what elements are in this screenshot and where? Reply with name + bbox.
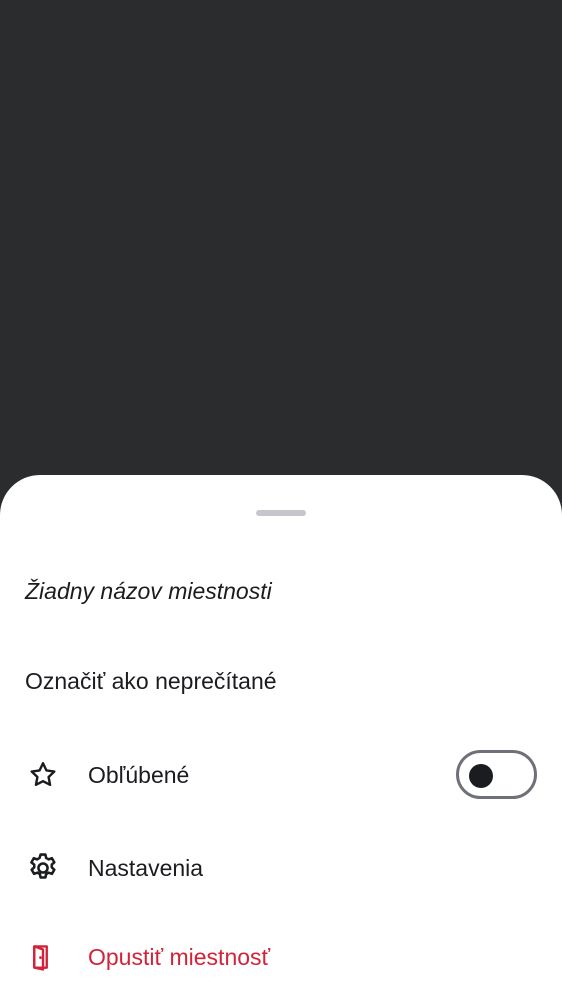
settings-item[interactable]: Nastavenia (0, 836, 562, 900)
leave-room-item[interactable]: Opustiť miestnosť (0, 925, 562, 989)
star-outline-icon (25, 757, 61, 793)
gear-icon (25, 850, 61, 886)
room-title: Žiadny názov miestnosti (25, 578, 272, 604)
favourite-toggle[interactable] (456, 750, 537, 799)
mark-as-unread-label: Označiť ako neprečítané (25, 667, 277, 694)
favourite-item[interactable]: Obľúbené (0, 743, 562, 807)
door-leave-icon (25, 939, 61, 975)
room-options-bottom-sheet: Žiadny názov miestnosti Označiť ako nepr… (0, 475, 562, 1000)
leave-room-label: Opustiť miestnosť (88, 943, 271, 970)
drag-handle[interactable] (256, 510, 306, 516)
toggle-knob (469, 764, 493, 788)
settings-label: Nastavenia (88, 854, 204, 881)
favourite-label: Obľúbené (88, 761, 190, 788)
mark-as-unread-item[interactable]: Označiť ako neprečítané (0, 649, 562, 713)
